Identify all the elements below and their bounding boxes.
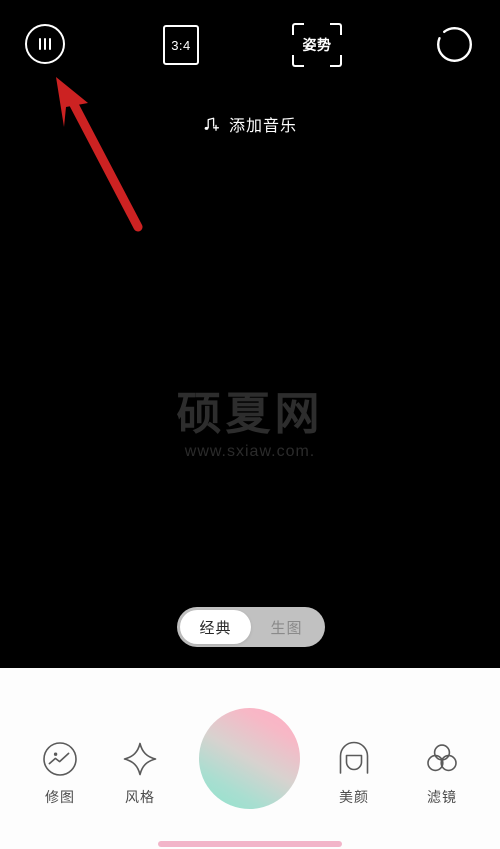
add-music-button[interactable]: 添加音乐 <box>0 112 500 136</box>
camera-app-screen: 3:4 姿势 添加音乐 硕夏网 www.sxiaw.com. 经典 生图 修图 … <box>0 0 500 849</box>
mode-option-generate[interactable]: 生图 <box>251 610 322 644</box>
flip-camera-button[interactable] <box>435 25 474 64</box>
tool-beauty[interactable]: 美颜 <box>311 740 397 807</box>
mode-option-classic[interactable]: 经典 <box>180 610 251 644</box>
camera-flip-icon <box>437 27 472 62</box>
shutter-button[interactable] <box>199 708 300 809</box>
sliders-icon-bar <box>49 38 51 50</box>
music-note-plus-icon <box>204 117 220 131</box>
three-circles-filter-icon <box>427 744 457 772</box>
camera-viewfinder[interactable]: 3:4 姿势 添加音乐 硕夏网 www.sxiaw.com. 经典 生图 <box>0 0 500 668</box>
tool-filter[interactable]: 滤镜 <box>399 740 485 807</box>
tool-style[interactable]: 风格 <box>97 740 183 807</box>
capture-mode-toggle[interactable]: 经典 生图 <box>177 607 325 647</box>
settings-button[interactable] <box>25 24 65 64</box>
tool-retouch-label: 修图 <box>45 789 75 805</box>
aspect-ratio-value: 3:4 <box>171 37 191 53</box>
beauty-face-icon <box>339 741 369 774</box>
aspect-ratio-button[interactable]: 3:4 <box>163 25 199 65</box>
tool-filter-label: 滤镜 <box>427 789 457 805</box>
mode-option-classic-label: 经典 <box>199 619 232 637</box>
pose-button[interactable]: 姿势 <box>292 23 342 67</box>
tool-style-label: 风格 <box>125 789 155 805</box>
watermark: 硕夏网 www.sxiaw.com. <box>0 390 500 461</box>
mode-option-generate-label: 生图 <box>270 619 303 637</box>
tool-beauty-label: 美颜 <box>339 789 369 805</box>
tool-retouch[interactable]: 修图 <box>17 740 103 807</box>
home-indicator <box>158 841 342 847</box>
watermark-url: www.sxiaw.com. <box>184 443 316 461</box>
watermark-title: 硕夏网 <box>176 388 324 439</box>
sliders-icon-bar <box>39 38 41 50</box>
sliders-icon-bar <box>44 38 46 50</box>
add-music-label: 添加音乐 <box>228 118 297 135</box>
top-control-bar: 3:4 姿势 <box>0 0 500 88</box>
sparkle-star-icon <box>123 742 157 776</box>
photo-edit-circle-icon <box>43 742 77 776</box>
pose-button-label: 姿势 <box>302 37 332 53</box>
